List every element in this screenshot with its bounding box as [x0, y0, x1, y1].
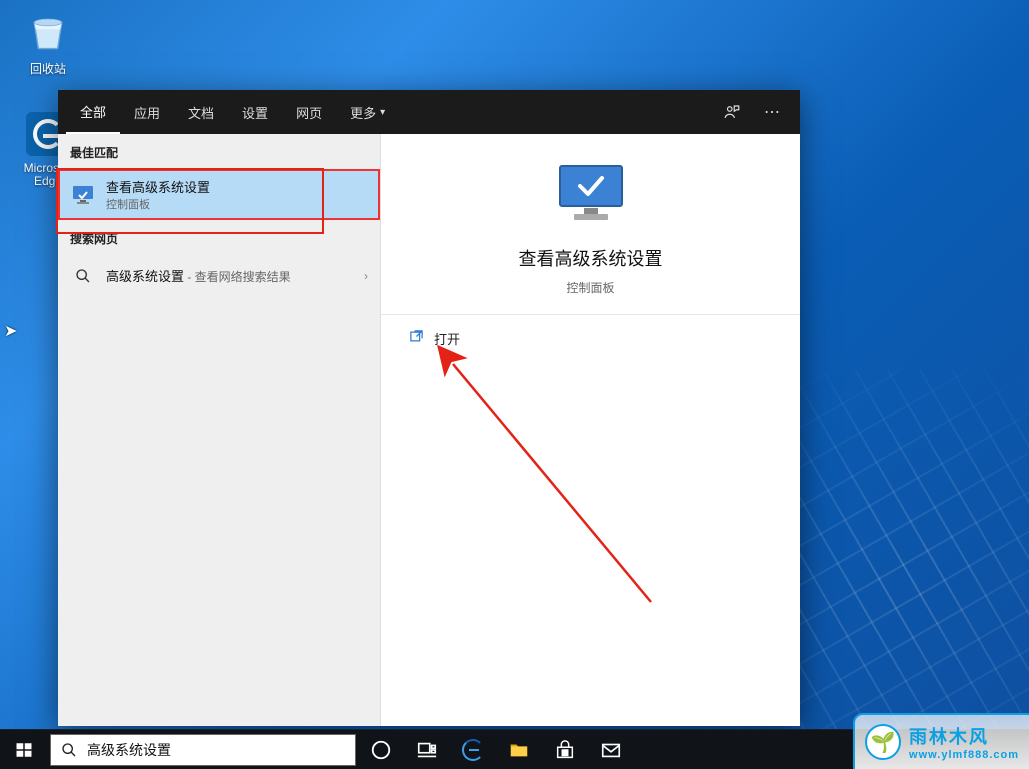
- folder-icon: [508, 739, 530, 761]
- tab-label: 网页: [296, 103, 322, 122]
- taskbar-app-store[interactable]: [542, 730, 588, 769]
- mail-icon: [600, 739, 622, 761]
- edge-icon: [462, 739, 484, 761]
- result-web-search[interactable]: 高级系统设置 - 查看网络搜索结果 ›: [58, 255, 380, 297]
- taskbar-search-input[interactable]: [87, 742, 355, 758]
- tab-label: 文档: [188, 103, 214, 122]
- section-header-search-web: 搜索网页: [58, 220, 380, 255]
- search-icon: [51, 742, 87, 758]
- section-header-best-match: 最佳匹配: [58, 134, 380, 169]
- preview-action-open[interactable]: 打开: [381, 315, 800, 362]
- windows-logo-icon: [15, 741, 33, 759]
- taskbar-app-edge[interactable]: [450, 730, 496, 769]
- preview-subtitle: 控制面板: [391, 279, 790, 296]
- taskbar-app-mail[interactable]: [588, 730, 634, 769]
- desktop-icon-recycle-bin[interactable]: 回收站: [12, 8, 84, 77]
- tab-settings[interactable]: 设置: [228, 90, 282, 134]
- taskbar-app-file-explorer[interactable]: [496, 730, 542, 769]
- search-tabs-bar: 全部 应用 文档 设置 网页 更多 ▾ ⋯: [58, 90, 800, 134]
- chevron-down-icon: ▾: [380, 107, 385, 118]
- system-settings-icon: [70, 182, 96, 208]
- taskbar-search-box[interactable]: [50, 734, 356, 766]
- tab-label: 更多: [350, 103, 376, 122]
- chevron-right-icon: ›: [364, 269, 368, 283]
- tab-label: 设置: [242, 103, 268, 122]
- search-preview-pane: 查看高级系统设置 控制面板 打开: [380, 134, 800, 726]
- tab-all[interactable]: 全部: [66, 90, 120, 134]
- tab-apps[interactable]: 应用: [120, 90, 174, 134]
- mouse-cursor-icon: ➤: [4, 321, 17, 341]
- open-icon: [409, 329, 424, 348]
- taskbar-task-view[interactable]: [404, 730, 450, 769]
- system-settings-large-icon: [554, 162, 628, 231]
- task-view-icon: [416, 739, 438, 761]
- desktop-icon-label: 回收站: [12, 60, 84, 77]
- result-subtitle: 控制面板: [106, 196, 368, 212]
- cortana-icon: [370, 739, 392, 761]
- watermark-url: www.ylmf888.com: [909, 749, 1019, 761]
- recycle-bin-icon: [24, 8, 72, 56]
- tab-docs[interactable]: 文档: [174, 90, 228, 134]
- more-options-button[interactable]: ⋯: [752, 90, 792, 134]
- person-feedback-icon: [723, 103, 741, 121]
- watermark-badge: 🌱 雨林木风 www.ylmf888.com: [853, 713, 1029, 769]
- result-best-match[interactable]: 查看高级系统设置 控制面板: [58, 169, 380, 220]
- store-icon: [554, 739, 576, 761]
- feedback-button[interactable]: [712, 90, 752, 134]
- tab-web[interactable]: 网页: [282, 90, 336, 134]
- search-flyout: 全部 应用 文档 设置 网页 更多 ▾ ⋯ 最佳匹配 查看高级系统设置 控制面板 …: [58, 90, 800, 726]
- web-result-query: 高级系统设置: [106, 269, 184, 284]
- tab-label: 应用: [134, 103, 160, 122]
- watermark-logo-icon: 🌱: [865, 724, 901, 760]
- search-results-column: 最佳匹配 查看高级系统设置 控制面板 搜索网页 高级系统设置 - 查看网络搜索结…: [58, 134, 380, 726]
- preview-title: 查看高级系统设置: [391, 245, 790, 271]
- taskbar-cortana[interactable]: [358, 730, 404, 769]
- ellipsis-icon: ⋯: [764, 102, 780, 122]
- watermark-brand: 雨林木风: [909, 723, 1019, 749]
- start-button[interactable]: [0, 730, 48, 769]
- search-icon: [70, 263, 96, 289]
- tab-label: 全部: [80, 102, 106, 121]
- tab-more[interactable]: 更多 ▾: [336, 90, 399, 134]
- web-result-suffix: - 查看网络搜索结果: [184, 270, 291, 284]
- result-title: 查看高级系统设置: [106, 177, 368, 196]
- preview-action-label: 打开: [434, 329, 460, 348]
